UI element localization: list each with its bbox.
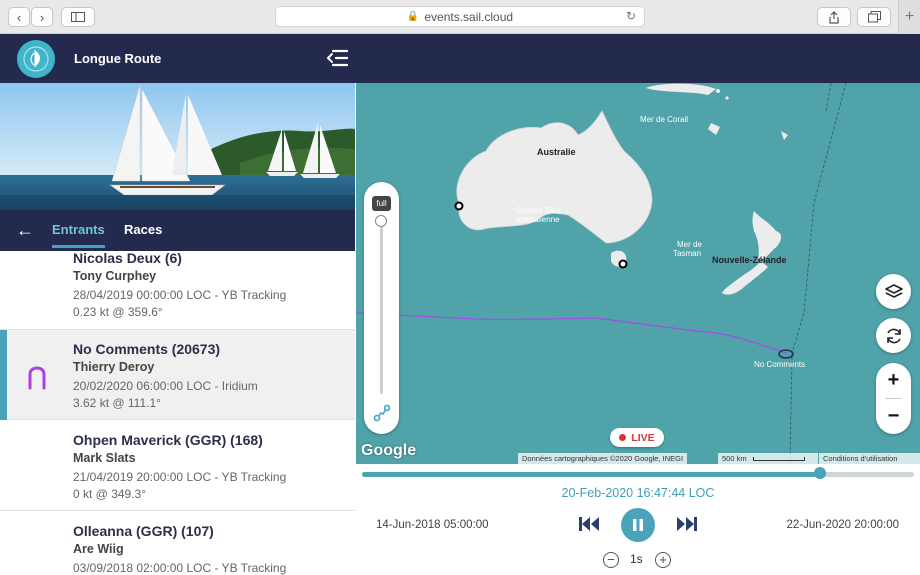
- sailboat-logo-icon: [23, 46, 49, 72]
- track-length-slider[interactable]: full: [364, 182, 399, 434]
- pause-icon: [633, 519, 643, 531]
- list-item[interactable]: Olleanna (GGR) (107) Are Wiig 03/09/2018…: [0, 512, 355, 575]
- entrants-tab-bar: ← Entrants Races: [0, 210, 355, 251]
- entrant-skipper: Mark Slats: [73, 451, 136, 465]
- browser-toolbar: ‹ › 🔒 events.sail.cloud ↻ +: [0, 0, 920, 34]
- forward-nav-button[interactable]: ›: [31, 7, 53, 27]
- timeline-track[interactable]: [362, 472, 914, 477]
- live-label: LIVE: [631, 431, 655, 444]
- skip-back-icon: [579, 517, 599, 531]
- list-item[interactable]: No Comments (20673) Thierry Deroy 20/02/…: [0, 330, 355, 420]
- boat-icon: [28, 366, 46, 390]
- layers-button[interactable]: [876, 274, 911, 309]
- tabs-overview-button[interactable]: [857, 7, 891, 27]
- entrant-position-time: 28/04/2019 00:00:00 LOC - YB Tracking: [73, 288, 287, 302]
- tab-races[interactable]: Races: [124, 222, 162, 237]
- zoom-controls: + −: [876, 363, 911, 434]
- slider-track[interactable]: [380, 222, 383, 394]
- pause-button[interactable]: [621, 508, 655, 542]
- list-item[interactable]: Nicolas Deux (6) Tony Curphey 28/04/2019…: [0, 251, 355, 330]
- refresh-icon: [886, 328, 901, 343]
- entrant-position-time: 20/02/2020 06:00:00 LOC - Iridium: [73, 379, 258, 393]
- sidebar-toggle-button[interactable]: [61, 7, 95, 27]
- url-text: events.sail.cloud: [424, 9, 514, 24]
- app-logo[interactable]: [17, 40, 55, 78]
- tab-entrants[interactable]: Entrants: [52, 222, 105, 248]
- route-icon: [373, 404, 391, 422]
- map-label-great-bight: Grande Baie: [516, 206, 561, 215]
- end-time: 22-Jun-2020 20:00:00: [786, 519, 899, 531]
- google-logo: Google: [361, 442, 417, 459]
- entrant-position-time: 21/04/2019 20:00:00 LOC - YB Tracking: [73, 470, 287, 484]
- entrants-list: Nicolas Deux (6) Tony Curphey 28/04/2019…: [0, 251, 355, 575]
- scale-bar-icon: [752, 457, 805, 461]
- entrant-name: Nicolas Deux (6): [73, 251, 182, 266]
- entrant-speed: 0 kt @ 349.3°: [73, 487, 147, 501]
- sidebar-icon: [71, 12, 85, 22]
- zoom-in-button[interactable]: +: [876, 363, 911, 398]
- left-panel: ← Entrants Races Nicolas Deux (6) Tony C…: [0, 83, 355, 575]
- new-tab-button[interactable]: +: [898, 0, 920, 34]
- map-label-new-zealand: Nouvelle-Zélande: [712, 255, 787, 265]
- collapse-panel-button[interactable]: [326, 49, 349, 67]
- map-label-coral-sea: Mer de Corail: [640, 115, 689, 124]
- reload-icon[interactable]: ↻: [626, 9, 636, 23]
- map-scale: 500 km: [718, 453, 818, 464]
- current-time: 20-Feb-2020 16:47:44 LOC: [561, 486, 715, 500]
- back-arrow-icon[interactable]: ←: [16, 220, 34, 241]
- map-label-australia: Australie: [537, 147, 576, 157]
- collapse-menu-icon: [326, 49, 349, 67]
- full-track-label: full: [372, 196, 391, 211]
- race-map[interactable]: Mer de Corail Australie Grande Baie aust…: [356, 83, 920, 464]
- selected-indicator: [0, 330, 7, 420]
- map-label-tasman-sea: Mer de: [677, 240, 702, 249]
- address-bar[interactable]: 🔒 events.sail.cloud ↻: [275, 6, 645, 27]
- entrant-skipper: Are Wiig: [73, 542, 124, 556]
- skip-forward-button[interactable]: [675, 510, 699, 538]
- speed-decrease-button[interactable]: −: [603, 552, 619, 568]
- skip-forward-icon: [677, 517, 697, 531]
- live-dot-icon: [619, 434, 627, 441]
- list-item[interactable]: Ohpen Maverick (GGR) (168) Mark Slats 21…: [0, 421, 355, 511]
- app-title: Longue Route: [74, 51, 162, 66]
- speed-increase-button[interactable]: +: [655, 552, 671, 568]
- share-icon: [829, 10, 839, 24]
- entrant-skipper: Tony Curphey: [73, 269, 157, 283]
- entrant-name: Ohpen Maverick (GGR) (168): [73, 432, 263, 448]
- entrant-name: No Comments (20673): [73, 341, 221, 357]
- entrant-name: Olleanna (GGR) (107): [73, 523, 214, 539]
- entrant-skipper: Thierry Deroy: [73, 360, 155, 374]
- timeline-handle[interactable]: [814, 467, 827, 479]
- entrant-position-time: 03/09/2018 02:00:00 LOC - YB Tracking: [73, 561, 287, 575]
- boat-label: No Comments: [754, 360, 806, 369]
- zoom-out-button[interactable]: −: [876, 399, 911, 434]
- tabs-icon: [867, 11, 881, 23]
- timeline-progress: [362, 472, 821, 477]
- live-button[interactable]: LIVE: [610, 428, 664, 447]
- slider-handle[interactable]: [375, 215, 387, 227]
- start-time: 14-Jun-2018 05:00:00: [376, 519, 489, 531]
- playback-timeline: 20-Feb-2020 16:47:44 LOC 14-Jun-2018 05:…: [356, 464, 920, 575]
- map-attribution: Données cartographiques ©2020 Google, IN…: [518, 453, 688, 464]
- entrant-speed: 3.62 kt @ 111.1°: [73, 396, 161, 410]
- back-nav-button[interactable]: ‹: [8, 7, 30, 27]
- lock-icon: 🔒: [406, 11, 420, 22]
- entrant-speed: 0.23 kt @ 359.6°: [73, 305, 163, 319]
- playback-speed: 1s: [630, 552, 643, 566]
- map-label-great-bight-2: australienne: [516, 215, 560, 224]
- hero-image: [0, 83, 355, 210]
- layers-icon: [884, 283, 903, 298]
- map-scale-label: 500 km: [722, 454, 747, 463]
- map-label-tasman-sea-2: Tasman: [673, 249, 702, 258]
- skip-back-button[interactable]: [577, 510, 601, 538]
- map-terms-link[interactable]: Conditions d'utilisation: [819, 453, 920, 464]
- share-button[interactable]: [817, 7, 851, 27]
- recenter-button[interactable]: [876, 318, 911, 353]
